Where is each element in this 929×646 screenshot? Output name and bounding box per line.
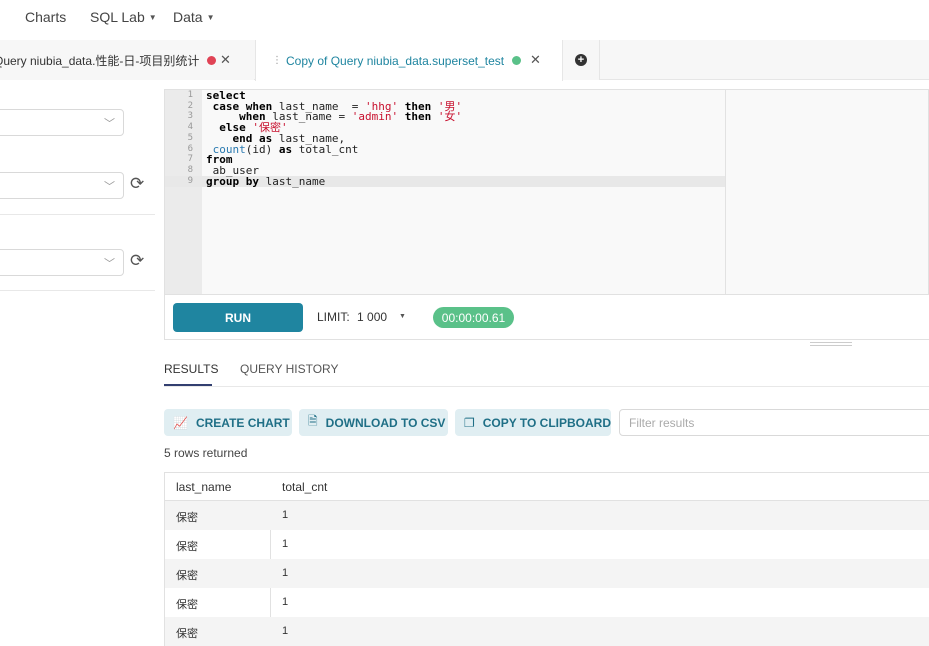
line-number: 4 [187, 122, 193, 132]
download-csv-label: DOWNLOAD TO CSV [325, 415, 446, 430]
create-chart-button[interactable]: 📈 CREATE CHART [164, 409, 292, 436]
download-csv-button[interactable]: 🗎 DOWNLOAD TO CSV [299, 409, 448, 436]
table-cell: 保密 [176, 512, 198, 524]
limit-dropdown[interactable]: LIMIT: 1 000 [317, 310, 387, 324]
line-number: 7 [187, 154, 193, 164]
query-timer-badge: 00:00:00.61 [433, 307, 514, 328]
close-icon[interactable]: ✕ [220, 52, 231, 68]
divider [0, 214, 155, 215]
file-icon: 🗎 [308, 414, 318, 428]
run-button[interactable]: RUN [173, 303, 303, 332]
query-tab-2-label: Copy of Query niubia_data.superset_test [286, 53, 505, 68]
line-number: 8 [187, 165, 193, 175]
database-select[interactable]: ﹀ [0, 109, 124, 136]
line-number: 1 [187, 90, 193, 100]
query-tab-1-label: Query niubia_data.性能-日-项目别统计 [0, 53, 200, 68]
table-row: 保密 1 [165, 588, 929, 617]
copy-icon: ❐ [464, 415, 475, 430]
nav-charts-label: Charts [25, 9, 67, 25]
plus-circle-icon: + [575, 54, 587, 66]
sql-editor[interactable]: 1 2 3 4 5 6 7 8 9 select case when last_… [164, 89, 929, 295]
table-cell: 保密 [176, 628, 198, 640]
limit-value: 1 000 [357, 310, 388, 324]
line-number: 5 [187, 133, 193, 143]
divider [164, 386, 929, 387]
table-row: 保密 1 [165, 530, 929, 559]
caret-down-icon: ▼ [148, 12, 157, 22]
table-cell: 1 [282, 596, 289, 608]
nav-sql-lab[interactable]: SQL Lab ▼ [90, 9, 157, 25]
add-tab-button[interactable]: + [563, 40, 600, 80]
resize-handle[interactable] [810, 342, 852, 346]
table-cell: 1 [282, 538, 289, 550]
nav-data-label: Data [173, 9, 203, 25]
table-cell: 1 [282, 625, 289, 637]
close-icon[interactable]: ✕ [530, 52, 541, 68]
code-line: group by last_name [206, 175, 326, 188]
line-chart-icon: 📈 [173, 415, 188, 430]
divider [0, 290, 155, 291]
table-row: 保密 1 [165, 617, 929, 646]
column-header-last-name[interactable]: last_name [176, 480, 231, 494]
create-chart-label: CREATE CHART [195, 415, 290, 430]
schema-select[interactable]: ﹀ [0, 172, 124, 199]
table-cell: 1 [282, 567, 289, 579]
query-tab-1[interactable]: Query niubia_data.性能-日-项目别统计 ✕ [0, 40, 254, 80]
rows-returned-count: 5 rows returned [164, 446, 248, 460]
chevron-down-icon: ﹀ [104, 181, 115, 193]
copy-clipboard-button[interactable]: ❐ COPY TO CLIPBOARD [455, 409, 611, 436]
table-row: 保密 1 [165, 501, 929, 530]
table-cell: 保密 [176, 599, 198, 611]
refresh-icon[interactable]: ⟳ [130, 251, 144, 271]
table-select[interactable]: ﹀ [0, 249, 124, 276]
nav-data[interactable]: Data ▼ [173, 9, 215, 25]
print-margin [725, 90, 726, 294]
caret-down-icon: ▼ [206, 12, 215, 22]
tab-results[interactable]: RESULTS [164, 362, 218, 376]
run-bar: RUN LIMIT: 1 000 ▼ 00:00:00.61 [164, 295, 929, 340]
nav-sql-lab-label: SQL Lab [90, 9, 145, 25]
nav-charts[interactable]: Charts [25, 9, 66, 25]
chevron-down-icon: ﹀ [104, 118, 115, 130]
status-dot-icon [207, 55, 217, 65]
left-panel: ﹀ ﹀ ⟳ ﹀ ⟳ [0, 80, 155, 646]
status-dot-icon [512, 56, 522, 65]
tab-query-history[interactable]: QUERY HISTORY [240, 362, 338, 376]
table-header: last_name total_cnt [165, 473, 929, 501]
query-tab-bar: Query niubia_data.性能-日-项目别统计 ✕ ⋮ Copy of… [0, 40, 929, 81]
filter-results-input[interactable] [619, 409, 929, 436]
drag-handle-icon[interactable]: ⋮ [272, 55, 282, 66]
column-header-total-cnt[interactable]: total_cnt [282, 480, 327, 494]
line-number: 9 [187, 176, 193, 186]
refresh-icon[interactable]: ⟳ [130, 174, 144, 194]
table-cell: 1 [282, 509, 289, 521]
copy-clipboard-label: COPY TO CLIPBOARD [482, 415, 612, 430]
top-navigation: Charts SQL Lab ▼ Data ▼ [0, 0, 929, 40]
chevron-down-icon: ﹀ [104, 258, 115, 270]
results-table: last_name total_cnt 保密 1 保密 1 保密 1 保密 1 … [164, 472, 929, 646]
query-tab-2[interactable]: ⋮ Copy of Query niubia_data.superset_tes… [255, 40, 563, 81]
table-row: 保密 1 [165, 559, 929, 588]
line-number: 3 [187, 111, 193, 121]
caret-down-icon[interactable]: ▼ [399, 313, 406, 320]
limit-label: LIMIT: [317, 310, 350, 324]
table-cell: 保密 [176, 570, 198, 582]
table-cell: 保密 [176, 541, 198, 553]
